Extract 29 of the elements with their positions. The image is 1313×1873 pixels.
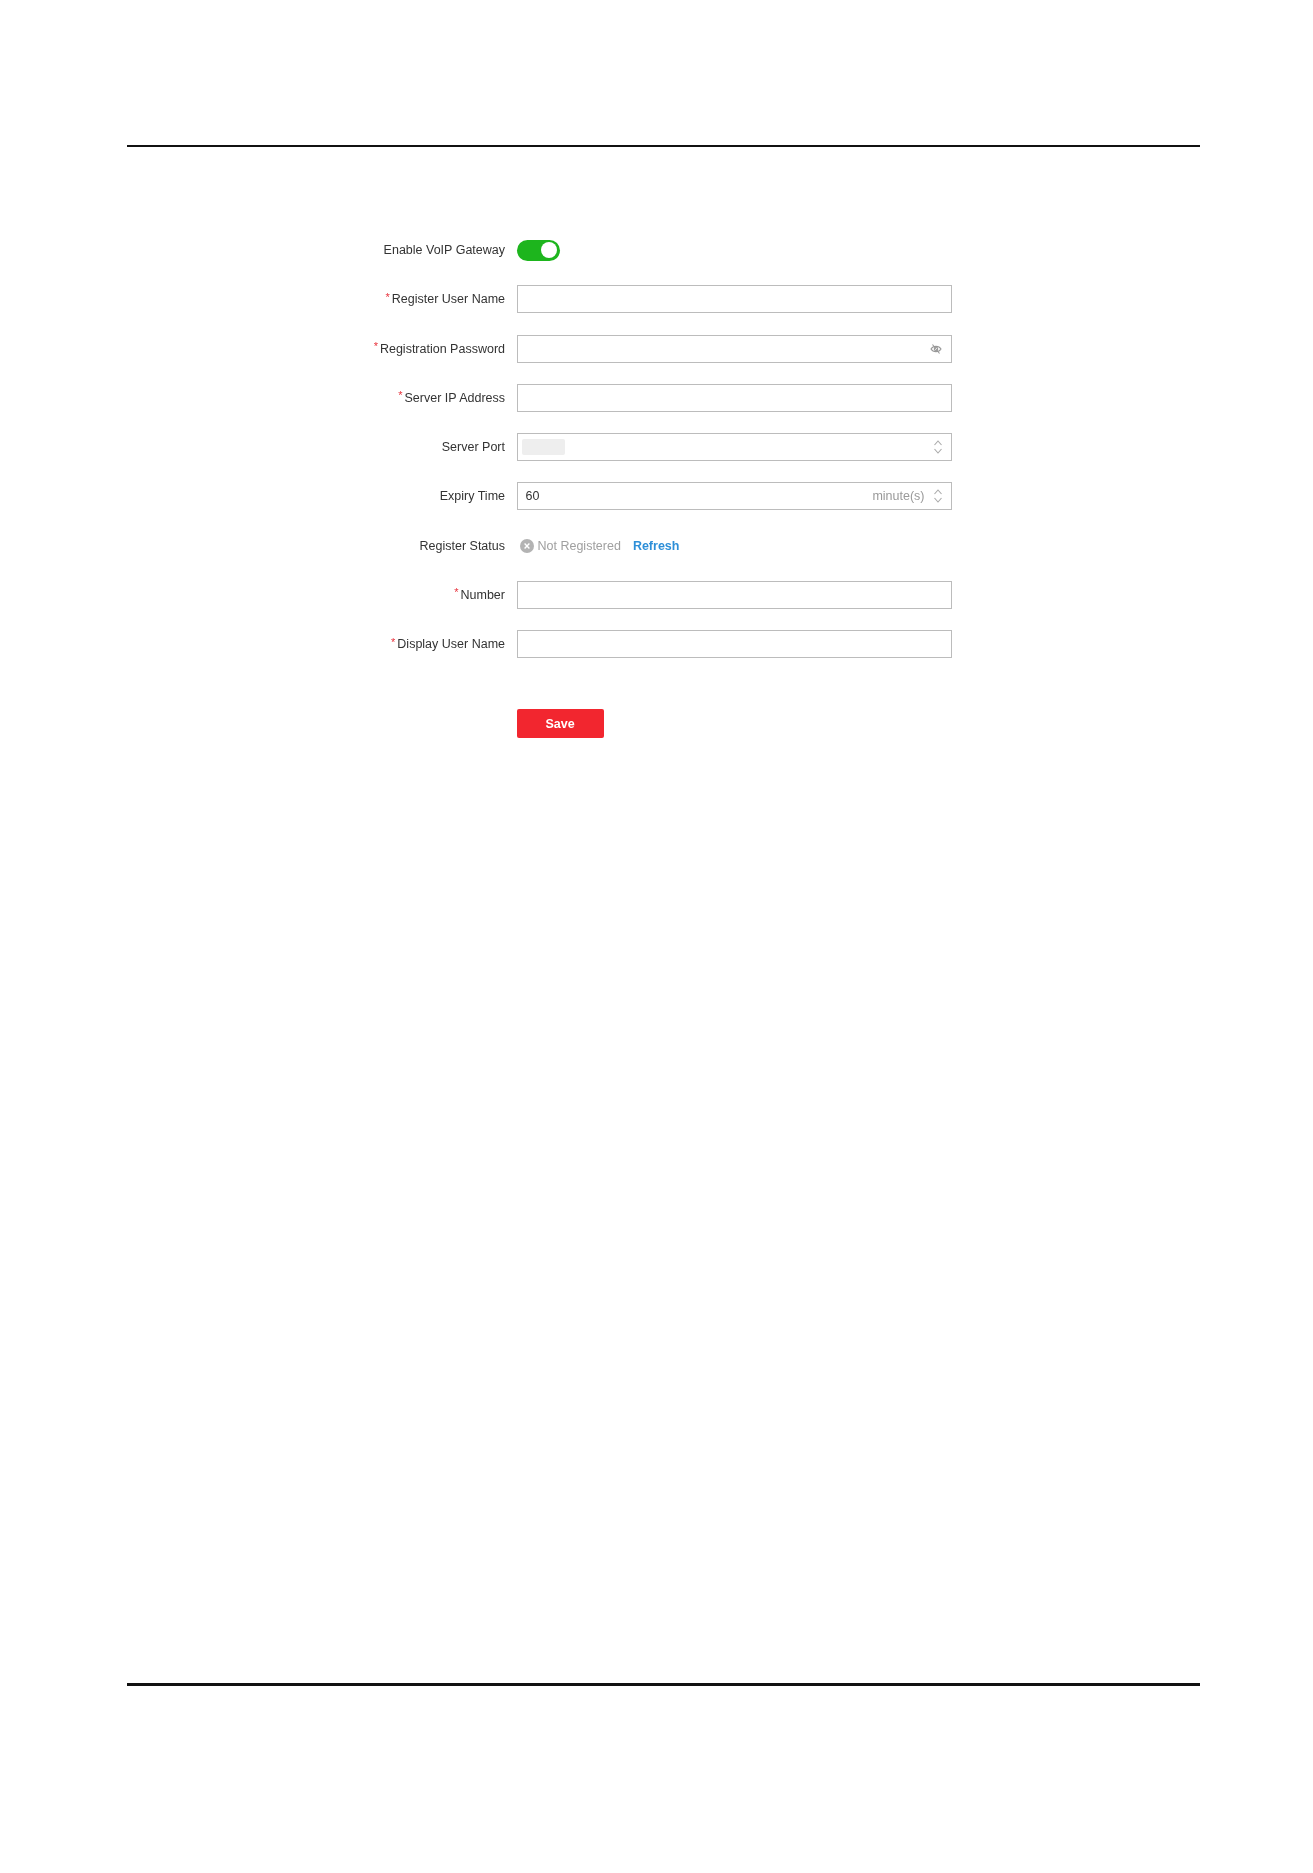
field-label: Server IP Address [404,390,505,405]
number-field[interactable] [516,433,952,461]
input-field[interactable] [516,285,952,314]
eye-slash-icon[interactable] [929,342,942,355]
status-text: Not Registered [537,538,621,553]
stepper-chevrons-icon[interactable] [932,488,943,505]
refresh-link[interactable]: Refresh [632,538,680,553]
field-label: Registration Password [379,341,505,356]
field-label: Server Port [441,440,505,454]
password-field[interactable] [516,334,952,363]
unit-label: minute(s) [872,489,925,504]
required-asterisk: * [385,291,390,303]
field-label: Number [460,587,505,602]
field-label: Register User Name [391,292,505,307]
required-asterisk: * [454,587,459,599]
required-asterisk: * [391,636,396,648]
input-field[interactable] [516,383,952,412]
field-label: Expiry Time [439,489,505,504]
number-field[interactable]: 60 minute(s) [516,482,952,511]
stepper-chevrons-icon[interactable] [932,439,943,455]
field-label: Display User Name [397,637,505,651]
required-asterisk: * [373,341,378,352]
input-field[interactable] [516,580,952,609]
field-label: Register Status [419,538,505,553]
save-button[interactable]: Save [516,709,604,739]
toggle-switch[interactable] [516,239,560,261]
field-label: Enable VoIP Gateway [383,243,505,257]
input-field[interactable] [516,630,952,658]
required-asterisk: * [398,390,403,402]
